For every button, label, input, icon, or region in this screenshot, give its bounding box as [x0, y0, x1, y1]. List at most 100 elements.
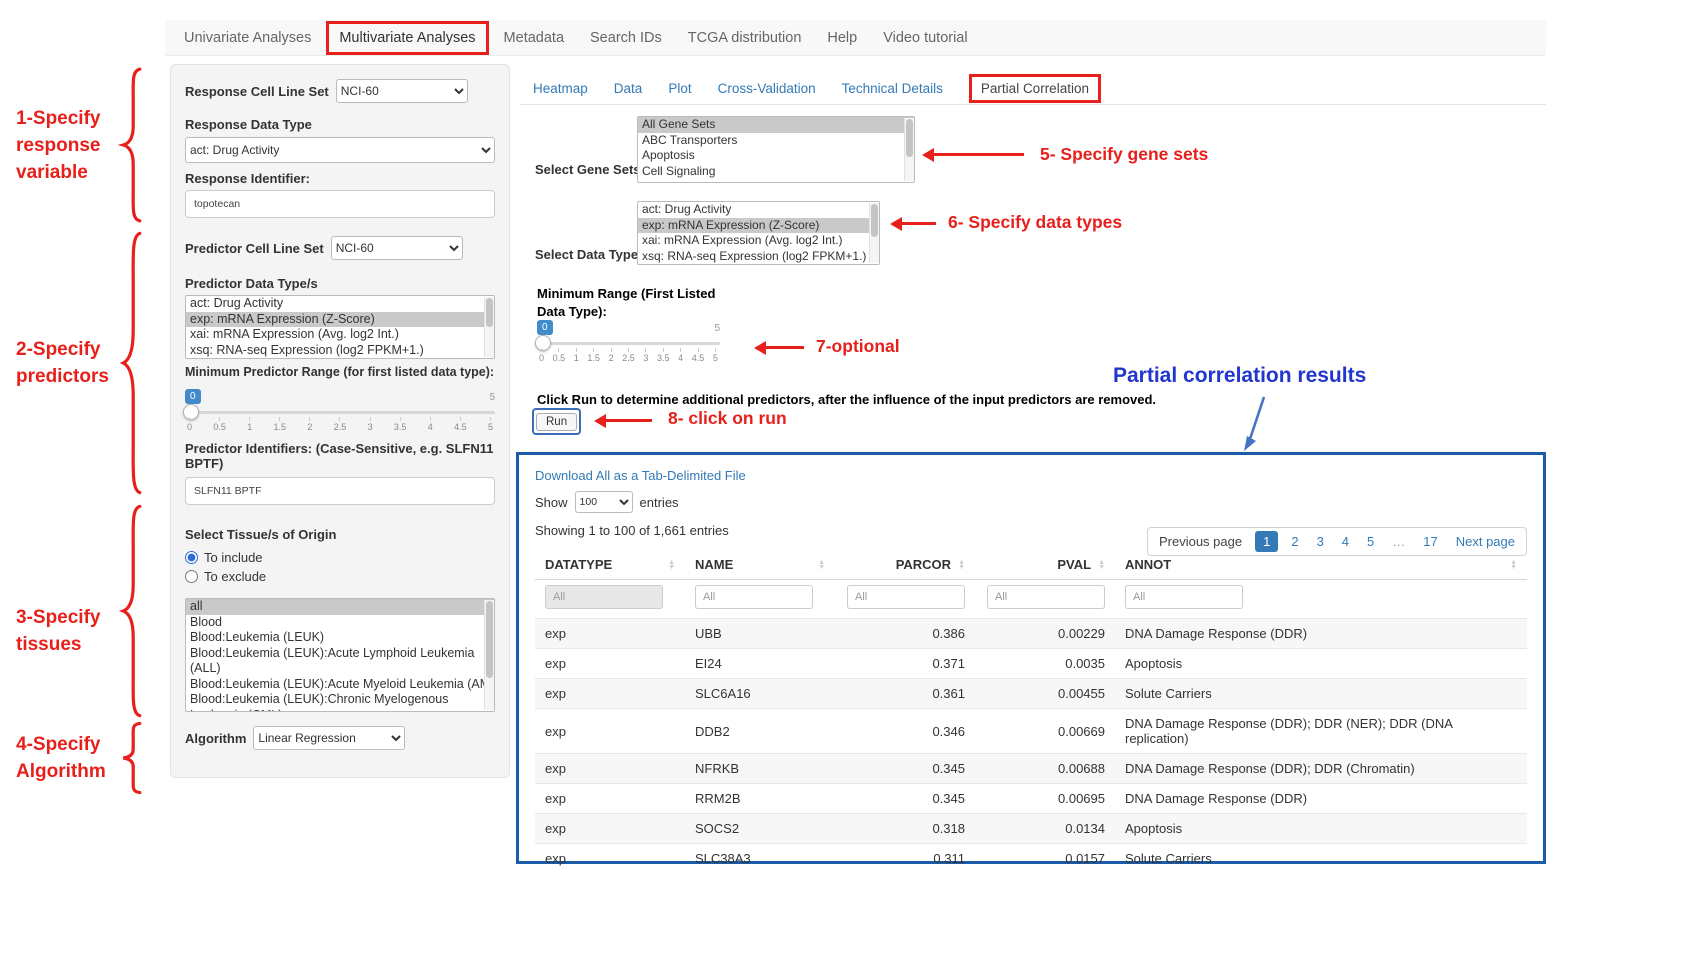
response-data-type-select[interactable]: act: Drug Activity: [185, 137, 495, 163]
column-header-parcor[interactable]: PARCOR: [835, 550, 975, 580]
run-instruction: Click Run to determine additional predic…: [537, 392, 1457, 407]
sort-icon[interactable]: [1098, 560, 1105, 570]
slider-tick-label: 2: [307, 417, 312, 432]
nav-multivariate-analyses[interactable]: Multivariate Analyses: [339, 30, 475, 46]
table-row: exp RRM2B 0.345 0.00695 DNA Damage Respo…: [535, 784, 1527, 814]
listbox-option[interactable]: xai: mRNA Expression (Avg. log2 Int.): [186, 327, 494, 343]
slider-tick-label: 4: [428, 417, 433, 432]
run-button[interactable]: Run: [536, 413, 577, 431]
cell-name: SLC38A3: [685, 844, 835, 874]
pagination-page-2[interactable]: 2: [1282, 529, 1307, 554]
filter-name-input[interactable]: [695, 585, 813, 609]
tab-partial-correlation[interactable]: Partial Correlation: [969, 74, 1101, 103]
app-page: Univariate Analyses Multivariate Analyse…: [0, 0, 1700, 956]
filter-datatype-input[interactable]: [545, 585, 663, 609]
table-filter-row: [535, 580, 1527, 619]
filter-pval-input[interactable]: [987, 585, 1105, 609]
tab-technical-details[interactable]: Technical Details: [842, 81, 943, 96]
scrollbar-thumb[interactable]: [906, 119, 913, 157]
listbox-option[interactable]: Cell Signaling: [638, 164, 914, 180]
tissue-exclude-label: To exclude: [204, 567, 266, 586]
slider-tick-label: 1.5: [274, 417, 287, 432]
listbox-option[interactable]: Blood:Leukemia (LEUK):Acute Lymphoid Leu…: [186, 646, 494, 677]
column-header-datatype[interactable]: DATATYPE: [535, 550, 685, 580]
scrollbar: [869, 203, 879, 263]
nav-help[interactable]: Help: [814, 30, 870, 46]
scrollbar-thumb[interactable]: [871, 204, 878, 237]
pagination-previous[interactable]: Previous page: [1150, 529, 1251, 554]
data-types-listbox: act: Drug Activity exp: mRNA Expression …: [637, 201, 880, 265]
nav-metadata[interactable]: Metadata: [491, 30, 577, 46]
cell-name: SOCS2: [685, 814, 835, 844]
sort-icon[interactable]: [958, 560, 965, 570]
listbox-option[interactable]: Apoptosis: [638, 148, 914, 164]
download-all-link[interactable]: Download All as a Tab-Delimited File: [535, 468, 746, 483]
pagination-page-17[interactable]: 17: [1414, 529, 1446, 554]
sidebar-form: Response Cell Line Set NCI-60 Response D…: [170, 64, 510, 778]
cell-annot: DNA Damage Response (DDR); DDR (NER); DD…: [1115, 709, 1527, 754]
annotation-step6: 6- Specify data types: [948, 212, 1122, 233]
nav-video-tutorial[interactable]: Video tutorial: [870, 30, 980, 46]
listbox-option-selected[interactable]: all: [186, 599, 494, 615]
scrollbar-thumb[interactable]: [486, 298, 493, 327]
table-row: exp EI24 0.371 0.0035 Apoptosis: [535, 649, 1527, 679]
pagination-next[interactable]: Next page: [1447, 529, 1524, 554]
cell-parcor: 0.345: [835, 784, 975, 814]
column-header-name[interactable]: NAME: [685, 550, 835, 580]
cell-pval: 0.00229: [975, 619, 1115, 649]
nav-search-ids[interactable]: Search IDs: [577, 30, 675, 46]
scrollbar-thumb[interactable]: [486, 601, 493, 678]
column-header-pval[interactable]: PVAL: [975, 550, 1115, 580]
nav-tcga-distribution[interactable]: TCGA distribution: [675, 30, 815, 46]
algorithm-select[interactable]: Linear Regression: [253, 726, 405, 750]
listbox-option[interactable]: Blood:Leukemia (LEUK):Chronic Myelogenou…: [186, 692, 494, 712]
results-title: Partial correlation results: [1113, 364, 1366, 388]
listbox-option-selected[interactable]: exp: mRNA Expression (Z-Score): [186, 312, 494, 328]
cell-pval: 0.0035: [975, 649, 1115, 679]
listbox-option-selected[interactable]: exp: mRNA Expression (Z-Score): [638, 218, 879, 234]
sort-icon[interactable]: [1510, 560, 1517, 570]
select-gene-sets-label: Select Gene Sets: [535, 162, 641, 177]
tab-heatmap[interactable]: Heatmap: [533, 81, 588, 96]
response-identifier-input[interactable]: [185, 190, 495, 218]
listbox-option[interactable]: xsq: RNA-seq Expression (log2 FPKM+1.): [638, 249, 879, 265]
slider-tick-label: 3.5: [657, 348, 670, 363]
scrollbar: [484, 600, 494, 710]
annotation-box-run: Run: [532, 408, 581, 435]
predictor-identifiers-input[interactable]: [185, 477, 495, 505]
slider-tick-label: 4.5: [692, 348, 705, 363]
listbox-option[interactable]: act: Drug Activity: [186, 296, 494, 312]
pagination-page-1[interactable]: 1: [1255, 531, 1278, 552]
brace-step2: [120, 228, 142, 498]
table-row: exp NFRKB 0.345 0.00688 DNA Damage Respo…: [535, 754, 1527, 784]
listbox-option[interactable]: Blood: [186, 615, 494, 631]
slider-tick-label: 4.5: [454, 417, 467, 432]
sort-icon[interactable]: [668, 560, 675, 570]
results-table: DATATYPE NAME PARCOR PVAL ANNOT: [535, 550, 1527, 873]
tissue-include-radio[interactable]: [185, 551, 198, 564]
nav-univariate-analyses[interactable]: Univariate Analyses: [171, 30, 324, 46]
tab-plot[interactable]: Plot: [668, 81, 691, 96]
tab-cross-validation[interactable]: Cross-Validation: [718, 81, 816, 96]
listbox-option[interactable]: xai: mRNA Expression (Avg. log2 Int.): [638, 233, 879, 249]
listbox-option[interactable]: Blood:Leukemia (LEUK): [186, 630, 494, 646]
pagination-page-4[interactable]: 4: [1333, 529, 1358, 554]
tissue-exclude-radio[interactable]: [185, 570, 198, 583]
pagination-page-3[interactable]: 3: [1308, 529, 1333, 554]
cell-pval: 0.00669: [975, 709, 1115, 754]
listbox-option[interactable]: Blood:Leukemia (LEUK):Acute Myeloid Leuk…: [186, 677, 494, 693]
predictor-cell-line-set-select[interactable]: NCI-60: [331, 236, 463, 260]
response-cell-line-set-select[interactable]: NCI-60: [336, 79, 468, 103]
listbox-option[interactable]: ABC Transporters: [638, 133, 914, 149]
sort-icon[interactable]: [818, 560, 825, 570]
filter-annot-input[interactable]: [1125, 585, 1243, 609]
listbox-option[interactable]: act: Drug Activity: [638, 202, 879, 218]
entries-per-page-select[interactable]: 100: [575, 491, 633, 513]
listbox-option-selected[interactable]: All Gene Sets: [638, 117, 914, 133]
slider-tick-label: 5: [713, 348, 718, 363]
filter-parcor-input[interactable]: [847, 585, 965, 609]
show-label: Show: [535, 495, 568, 510]
pagination-page-5[interactable]: 5: [1358, 529, 1383, 554]
tab-data[interactable]: Data: [614, 81, 643, 96]
listbox-option[interactable]: xsq: RNA-seq Expression (log2 FPKM+1.): [186, 343, 494, 359]
